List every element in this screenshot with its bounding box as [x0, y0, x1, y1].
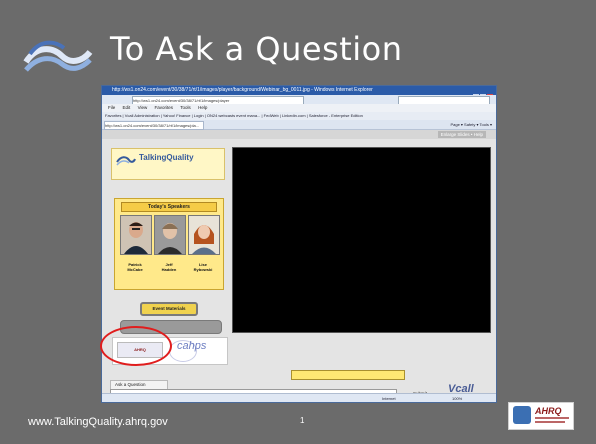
slide-caption-bar	[291, 370, 405, 380]
address-bar: http://ws1.on24.com/event/30/38/71/rt/1/…	[102, 95, 496, 105]
speaker-card: Lise Rybowski	[188, 215, 220, 272]
cahps-logo: cahps	[177, 340, 207, 352]
status-bar: Internet 100%	[102, 393, 496, 402]
talkingquality-wave-icon	[23, 40, 93, 72]
speakers-panel: Today's Speakers Patrick McCabe Jeff Had…	[114, 198, 224, 290]
menu-view: View	[137, 105, 148, 110]
footer-url: www.TalkingQuality.ahrq.gov	[28, 416, 168, 428]
menu-tools: Tools	[180, 105, 191, 110]
window-title: http://ws1.on24.com/event/30/38/71/rt/1/…	[112, 87, 373, 93]
window-controls	[472, 87, 494, 100]
speaker-card: Jeff Hadden	[154, 215, 186, 272]
menu-help: Help	[198, 105, 208, 110]
enlarge-slides-link: Enlarge Slides • Help	[437, 131, 486, 138]
browser-tab: http://ws1.on24.com/event/30/38/71/rt/1/…	[104, 121, 204, 130]
browser-titlebar: http://ws1.on24.com/event/30/38/71/rt/1/…	[102, 86, 496, 100]
page-number: 1	[300, 416, 305, 425]
speaker-card: Patrick McCabe	[120, 215, 152, 272]
hhs-eagle-icon	[513, 406, 531, 424]
talkingquality-brand: TalkingQuality	[139, 153, 194, 162]
speaker-photo	[188, 215, 220, 255]
security-zone: Internet	[382, 396, 396, 401]
speaker-name: Patrick McCabe	[127, 262, 143, 272]
event-materials-button[interactable]: Event Materials	[140, 302, 198, 316]
presentation-slide: To Ask a Question http://ws1.on24.com/ev…	[0, 0, 596, 444]
menu-file: File	[108, 105, 116, 110]
ahrq-footer-logo: AHRQ	[508, 402, 574, 430]
menu-edit: Edit	[122, 105, 131, 110]
speaker-name: Lise Rybowski	[193, 262, 213, 272]
video-player	[232, 147, 491, 333]
favorites-bar: Favorites | Vcall Administration | Yahoo…	[102, 112, 496, 120]
ahrq-logo-text: AHRQ	[535, 406, 562, 416]
command-bar: Page ▾ Safety ▾ Tools ▾	[450, 122, 492, 127]
menu-bar: File Edit View Favorites Tools Help	[102, 104, 496, 112]
tab-bar: http://ws1.on24.com/event/30/38/71/rt/1/…	[102, 120, 496, 130]
player-header: Enlarge Slides • Help	[102, 130, 496, 139]
zoom-level: 100%	[452, 396, 463, 401]
slide-title: To Ask a Question	[110, 30, 403, 68]
talkingquality-logo-icon	[116, 156, 136, 166]
talkingquality-banner: TalkingQuality	[111, 148, 225, 180]
menu-favorites: Favorites	[154, 105, 174, 110]
speakers-heading: Today's Speakers	[121, 202, 217, 212]
logo-tagline-line	[535, 417, 569, 419]
speaker-photo	[154, 215, 186, 255]
highlight-circle	[100, 326, 172, 366]
logo-tagline-line	[535, 421, 565, 423]
speaker-photo	[120, 215, 152, 255]
speaker-name: Jeff Hadden	[161, 262, 177, 272]
